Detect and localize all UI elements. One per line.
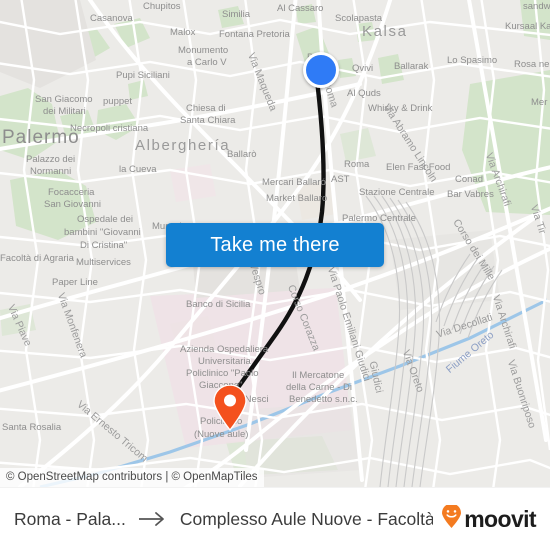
map-attribution[interactable]: © OpenStreetMap contributors | © OpenMap… xyxy=(0,468,264,487)
take-me-there-button[interactable]: Take me there xyxy=(166,223,384,267)
destination-location-marker[interactable] xyxy=(212,384,248,432)
map-canvas[interactable]: Casanova Chupitos Similia Al Cassaro Scolapa… xyxy=(0,0,550,487)
route-endpoints[interactable]: Roma - Pala... Complesso Aule Nuove - Fa… xyxy=(14,509,433,530)
destination-label: Complesso Aule Nuove - Facoltà Di ... xyxy=(179,508,434,529)
origin-label: Roma - Pala... xyxy=(14,508,126,529)
moovit-wordmark: moovit xyxy=(464,505,536,532)
pin-inner-dot xyxy=(224,394,236,407)
moovit-pin-icon xyxy=(441,503,462,534)
moovit-trip-screen: Casanova Chupitos Similia Al Cassaro Scolapa… xyxy=(0,0,550,550)
start-location-marker[interactable] xyxy=(303,52,339,88)
arrow-right-icon xyxy=(138,511,168,527)
pin-shape xyxy=(213,384,247,432)
trip-summary-bar: Roma - Pala... Complesso Aule Nuove - Fa… xyxy=(0,487,550,550)
moovit-logo[interactable]: moovit xyxy=(441,503,537,534)
